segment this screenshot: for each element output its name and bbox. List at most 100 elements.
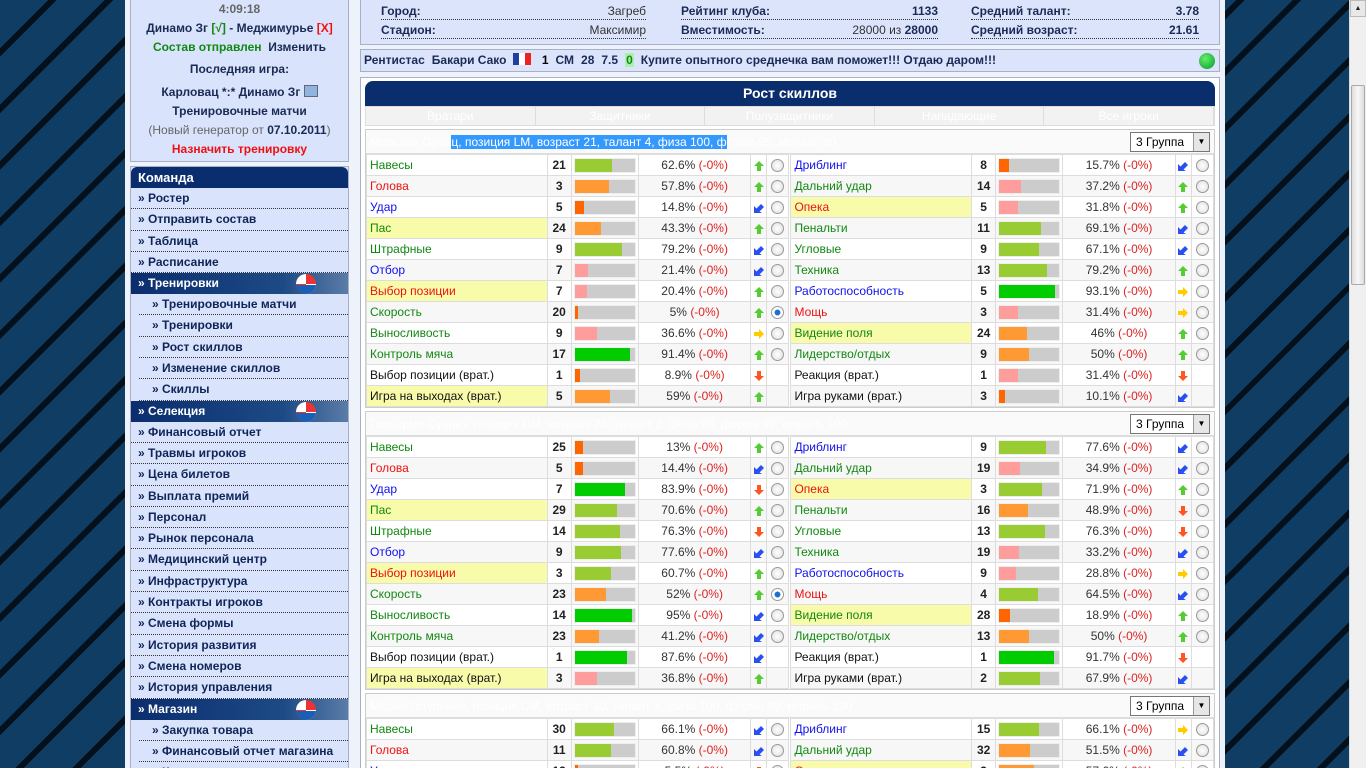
chevron-down-icon[interactable]: ▼: [1193, 697, 1209, 715]
focus-radio[interactable]: [771, 180, 785, 194]
skill-value: 3: [971, 760, 997, 768]
focus-radio[interactable]: [1195, 744, 1209, 758]
menu-section[interactable]: » Тренировки: [131, 273, 348, 295]
change-lineup-link[interactable]: Изменить: [268, 40, 326, 54]
menu-item[interactable]: » Таблица: [131, 231, 348, 252]
chevron-down-icon[interactable]: ▼: [1193, 415, 1209, 433]
focus-radio[interactable]: [771, 462, 785, 476]
focus-radio[interactable]: [771, 264, 785, 278]
focus-radio[interactable]: [1195, 285, 1209, 299]
menu-item[interactable]: » Смена формы: [131, 613, 348, 635]
focus-radio[interactable]: [1195, 723, 1209, 737]
scroll-thumb[interactable]: [1351, 85, 1365, 285]
menu-item[interactable]: » Отправить состав: [131, 209, 348, 231]
focus-radio[interactable]: [1195, 567, 1209, 581]
focus-radio[interactable]: [771, 483, 785, 497]
focus-radio[interactable]: [771, 567, 785, 581]
menu-item[interactable]: » Калькулятор: [139, 762, 348, 768]
focus-radio[interactable]: [1195, 588, 1209, 602]
group-select[interactable]: 3 Группа ▼: [1130, 414, 1210, 434]
focus-radio[interactable]: [1195, 348, 1209, 362]
menu-item[interactable]: » Выплата премий: [131, 486, 348, 507]
focus-radio[interactable]: [1195, 243, 1209, 257]
banner-player[interactable]: Бакари Сако: [432, 53, 507, 67]
focus-radio[interactable]: [771, 348, 785, 362]
focus-radio[interactable]: [1195, 159, 1209, 173]
focus-radio[interactable]: [1195, 441, 1209, 455]
menu-item[interactable]: » Финансовый отчет магазина: [139, 741, 348, 763]
menu-section[interactable]: » Магазин: [131, 698, 348, 720]
focus-radio[interactable]: [771, 243, 785, 257]
chevron-down-icon[interactable]: ▼: [1193, 133, 1209, 151]
menu-item[interactable]: » Травмы игроков: [131, 443, 348, 465]
menu-item[interactable]: » Персонал: [131, 507, 348, 529]
focus-radio[interactable]: [1195, 201, 1209, 215]
focus-radio[interactable]: [771, 744, 785, 758]
focus-radio[interactable]: [1195, 462, 1209, 476]
menu-item[interactable]: » Изменение скиллов: [139, 358, 348, 380]
focus-radio[interactable]: [771, 504, 785, 518]
away-team[interactable]: Меджимурье: [237, 21, 314, 35]
menu-item[interactable]: » Контракты игроков: [131, 592, 348, 614]
focus-radio[interactable]: [771, 159, 785, 173]
menu-item[interactable]: » История управления: [131, 677, 348, 699]
focus-radio[interactable]: [771, 525, 785, 539]
assign-training-link[interactable]: Назначить тренировку: [133, 140, 346, 159]
focus-radio[interactable]: [771, 546, 785, 560]
focus-radio[interactable]: [771, 285, 785, 299]
menu-item[interactable]: » Финансовый отчет: [131, 422, 348, 443]
focus-radio[interactable]: [771, 723, 785, 737]
focus-radio[interactable]: [771, 609, 785, 623]
focus-radio[interactable]: [771, 441, 785, 455]
tab-4[interactable]: Все игроки: [1044, 107, 1214, 125]
focus-radio[interactable]: [771, 201, 785, 215]
group-select[interactable]: 3 Группа ▼: [1130, 132, 1210, 152]
menu-item[interactable]: » Скиллы: [139, 379, 348, 401]
group-select[interactable]: 3 Группа ▼: [1130, 696, 1210, 716]
banner-message[interactable]: Купите опытного среднечка вам поможет!!!…: [641, 53, 996, 67]
focus-radio[interactable]: [1195, 483, 1209, 497]
focus-radio[interactable]: [771, 630, 785, 644]
menu-item[interactable]: » Тренировочные матчи: [139, 294, 348, 316]
banner-team[interactable]: Рентистас: [364, 53, 425, 67]
menu-item[interactable]: » Тренировки: [139, 315, 348, 337]
focus-radio[interactable]: [771, 327, 785, 341]
menu-item[interactable]: » Инфраструктура: [131, 571, 348, 593]
menu-item[interactable]: » Смена номеров: [131, 656, 348, 678]
menu-section[interactable]: » Селекция: [131, 400, 348, 422]
focus-radio[interactable]: [1195, 630, 1209, 644]
menu-item[interactable]: » Медицинский центр: [131, 549, 348, 571]
focus-radio[interactable]: [771, 306, 785, 320]
scroll-up-button[interactable]: ▲: [1350, 0, 1366, 17]
last-game-link[interactable]: Карловац *:* Динамо Зг: [161, 85, 300, 99]
focus-radio[interactable]: [1195, 546, 1209, 560]
scrollbar[interactable]: ▲: [1349, 0, 1366, 768]
focus-radio[interactable]: [1195, 306, 1209, 320]
monitor-icon[interactable]: [303, 85, 318, 97]
focus-radio[interactable]: [1195, 222, 1209, 236]
player-name[interactable]: Марио Гргурович, позиция СМ, возраст 30,…: [370, 699, 852, 713]
menu-item[interactable]: » Ростер: [131, 188, 348, 210]
focus-radio[interactable]: [1195, 504, 1209, 518]
player-name[interactable]: Гильермо Суарез, позиция СМ, возраст 23,…: [370, 417, 847, 431]
focus-radio[interactable]: [1195, 180, 1209, 194]
focus-radio[interactable]: [1195, 525, 1209, 539]
focus-radio[interactable]: [771, 588, 785, 602]
tab-3[interactable]: Нападающие: [875, 107, 1045, 125]
focus-radio[interactable]: [1195, 609, 1209, 623]
focus-radio[interactable]: [771, 222, 785, 236]
focus-radio[interactable]: [1195, 264, 1209, 278]
menu-item[interactable]: » Рост скиллов: [139, 337, 348, 359]
menu-item[interactable]: » Расписание: [131, 252, 348, 274]
focus-radio[interactable]: [1195, 327, 1209, 341]
tab-1[interactable]: Защитники: [536, 107, 706, 125]
menu-item[interactable]: » Рынок персонала: [131, 528, 348, 550]
player-name[interactable]: Марсель Орав: [370, 135, 451, 149]
tab-0[interactable]: Вратари: [366, 107, 536, 125]
menu-item[interactable]: » Закупка товара: [139, 720, 348, 741]
transfer-banner[interactable]: Рентистас Бакари Сако 1 СМ 28 7.5 0 Купите опы…: [360, 49, 1220, 72]
home-team[interactable]: Динамо Зг: [146, 21, 208, 35]
menu-item[interactable]: » Цена билетов: [131, 464, 348, 486]
tab-2[interactable]: Полузащитники: [705, 107, 875, 125]
menu-item[interactable]: » История развития: [131, 635, 348, 656]
